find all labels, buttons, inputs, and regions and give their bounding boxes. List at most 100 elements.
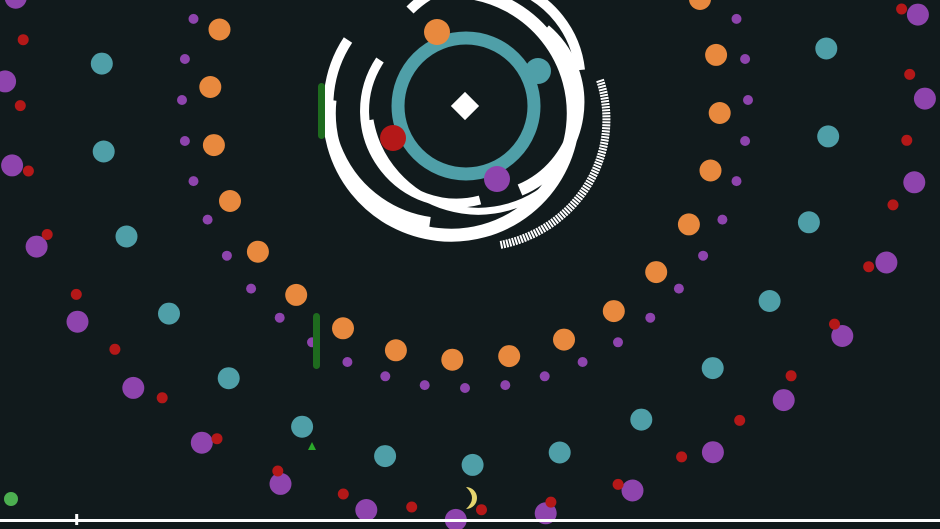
purple-dot — [731, 176, 742, 187]
purple-dot — [179, 136, 190, 146]
red-dot — [612, 478, 624, 490]
orange-dot — [699, 159, 722, 182]
red-dot — [41, 229, 53, 240]
purple-big-dot — [1, 154, 24, 177]
purple-dot — [342, 357, 353, 367]
teal-dot — [374, 445, 397, 468]
red-dot — [863, 261, 875, 273]
purple-big-dot — [66, 310, 89, 333]
red-dot — [70, 288, 82, 300]
progress-track — [0, 519, 940, 522]
purple-dot — [539, 371, 550, 382]
orbit-ball-orange — [424, 19, 450, 45]
purple-dot — [740, 54, 751, 64]
red-dot — [676, 451, 688, 463]
teal-dot — [115, 225, 138, 248]
teal-dot — [701, 357, 724, 380]
orbit-ball-teal — [525, 58, 551, 84]
teal-dot — [90, 52, 113, 75]
red-dot — [901, 134, 913, 146]
red-dot — [337, 488, 349, 500]
purple-big-dot — [772, 389, 795, 412]
purple-dot — [698, 250, 709, 261]
purple-big-dot — [701, 441, 724, 464]
orange-dot — [219, 190, 241, 212]
purple-dot — [419, 380, 430, 391]
red-dot — [887, 199, 899, 211]
purple-dot — [500, 380, 511, 391]
red-dot — [734, 414, 746, 426]
orange-dot — [285, 283, 308, 306]
game-canvas[interactable] — [0, 0, 940, 529]
orange-dot — [498, 345, 521, 368]
orange-dot — [202, 134, 225, 157]
game-scene[interactable] — [0, 0, 940, 529]
red-dot — [156, 392, 168, 404]
green-dot — [4, 492, 18, 506]
purple-big-dot — [269, 472, 292, 495]
orbit-ball-purple — [484, 166, 510, 192]
orange-dot — [677, 213, 700, 236]
teal-dot — [548, 441, 571, 464]
teal-dot — [158, 302, 180, 325]
orange-dot — [645, 261, 668, 284]
red-dot — [785, 370, 797, 382]
orange-dot — [384, 339, 407, 362]
teal-dot — [92, 140, 115, 163]
purple-dot — [188, 176, 199, 187]
purple-dot — [740, 136, 751, 146]
purple-dot — [613, 337, 623, 348]
red-dot — [109, 343, 121, 355]
red-dot — [22, 165, 34, 177]
teal-dot — [758, 290, 781, 312]
purple-dot — [202, 214, 213, 225]
red-dot — [476, 504, 487, 516]
purple-dot — [673, 283, 684, 294]
teal-dot — [797, 211, 820, 234]
purple-big-dot — [906, 3, 929, 26]
orange-dot — [208, 18, 231, 41]
red-dot — [211, 433, 223, 445]
teal-dot — [817, 125, 840, 148]
red-dot — [545, 496, 557, 508]
purple-big-dot — [122, 376, 145, 399]
purple-dot — [177, 95, 187, 105]
orbit-ball-red — [380, 125, 406, 151]
red-dot — [406, 501, 418, 513]
red-dot — [904, 68, 916, 80]
teal-dot — [461, 453, 484, 476]
orange-dot — [553, 328, 575, 351]
purple-dot — [246, 283, 257, 294]
purple-dot — [221, 250, 232, 261]
purple-dot — [645, 312, 656, 323]
purple-dot — [188, 13, 199, 24]
teal-dot — [217, 367, 240, 390]
red-dot — [272, 465, 284, 477]
purple-big-dot — [913, 87, 936, 110]
red-dot — [14, 100, 26, 112]
purple-dot — [460, 383, 470, 393]
green-bar-lower — [313, 313, 320, 369]
purple-big-dot — [621, 479, 644, 502]
teal-dot — [291, 415, 314, 438]
purple-big-dot — [190, 431, 213, 454]
purple-dot — [274, 312, 285, 323]
purple-dot — [731, 13, 742, 24]
purple-big-dot — [355, 499, 378, 521]
orange-dot — [246, 240, 269, 263]
green-bar-upper — [318, 83, 325, 139]
orange-dot — [602, 300, 625, 323]
purple-big-dot — [903, 171, 926, 194]
red-dot — [829, 318, 840, 330]
purple-big-dot — [875, 251, 898, 274]
orange-dot — [708, 102, 731, 124]
teal-dot — [815, 37, 838, 60]
orange-dot — [705, 43, 728, 66]
progress-marker[interactable] — [75, 514, 79, 525]
purple-dot — [743, 95, 753, 105]
purple-dot — [179, 54, 190, 64]
orange-dot — [332, 317, 354, 340]
purple-dot — [380, 371, 391, 382]
purple-dot — [717, 214, 728, 225]
purple-dot — [577, 357, 588, 367]
